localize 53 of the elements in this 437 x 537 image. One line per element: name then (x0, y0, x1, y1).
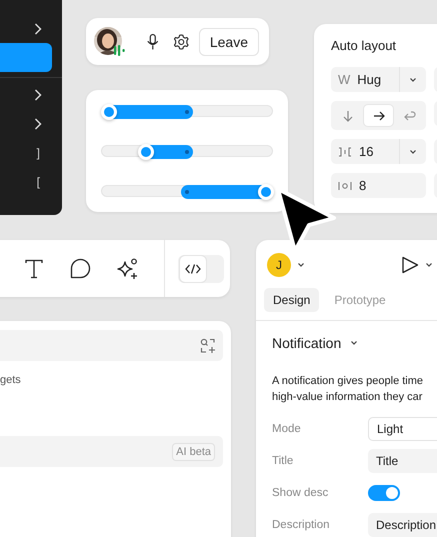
panel-tab[interactable]: Design (264, 288, 320, 312)
search-field[interactable] (0, 330, 223, 361)
comment-icon[interactable] (70, 258, 91, 279)
chevron-right-icon (34, 88, 42, 100)
component-description: A notification gives people time high-value information they car (272, 374, 424, 405)
width-field[interactable]: W Hug (331, 67, 426, 92)
search-add-icon (200, 338, 216, 354)
chevron-down-icon[interactable] (297, 262, 305, 268)
chevron-right-icon (34, 118, 42, 130)
gap-icon (338, 146, 352, 156)
arrow-down-icon (342, 110, 354, 122)
slider-handle[interactable] (100, 104, 117, 120)
chevron-down-icon[interactable] (425, 262, 433, 268)
menu-item[interactable]: ] (0, 138, 52, 167)
input-field[interactable]: Title (368, 449, 437, 473)
shortcut-key: ] (36, 146, 42, 160)
gap-field[interactable]: 16 (331, 139, 426, 164)
property-label: Description (272, 519, 331, 531)
slider-handle[interactable] (258, 184, 274, 200)
padding-field[interactable]: 8 (331, 173, 426, 198)
toggle-switch[interactable] (368, 485, 400, 501)
property-label: Mode (272, 423, 302, 435)
chevron-down-icon (409, 77, 417, 83)
sparkle-plus-icon[interactable] (116, 258, 140, 280)
chevron-down-icon[interactable] (350, 340, 358, 346)
code-mode-option[interactable] (180, 256, 206, 282)
range-slider[interactable] (101, 185, 273, 197)
section-label: gets (0, 374, 22, 388)
panel-title: Auto layout (331, 38, 398, 53)
leave-button[interactable]: Leave (198, 28, 259, 56)
ai-beta-badge: AI beta (172, 442, 215, 460)
microphone-icon[interactable] (146, 32, 158, 52)
property-label: Show desc (272, 487, 330, 499)
code-icon (185, 264, 201, 274)
chevron-right-icon (34, 22, 42, 34)
range-slider[interactable] (101, 105, 273, 117)
range-slider[interactable] (101, 145, 273, 157)
arrow-right-icon (372, 110, 384, 122)
shortcut-key: [ (36, 174, 42, 188)
direction-option[interactable] (364, 105, 393, 126)
padding-icon (338, 180, 352, 190)
user-avatar[interactable]: J (267, 252, 291, 276)
settings-icon[interactable] (173, 32, 190, 52)
component-name: Notification (272, 335, 342, 351)
property-label: Title (272, 455, 294, 467)
chevron-down-icon (409, 149, 417, 155)
input-field[interactable]: Description (368, 513, 437, 537)
select-field[interactable]: Light (368, 417, 437, 441)
wrap-arrow-icon (403, 110, 416, 122)
play-icon[interactable] (401, 256, 419, 274)
menu-item[interactable]: [ (0, 167, 52, 196)
text-tool-icon[interactable] (24, 258, 44, 278)
slider-handle[interactable] (138, 144, 154, 160)
